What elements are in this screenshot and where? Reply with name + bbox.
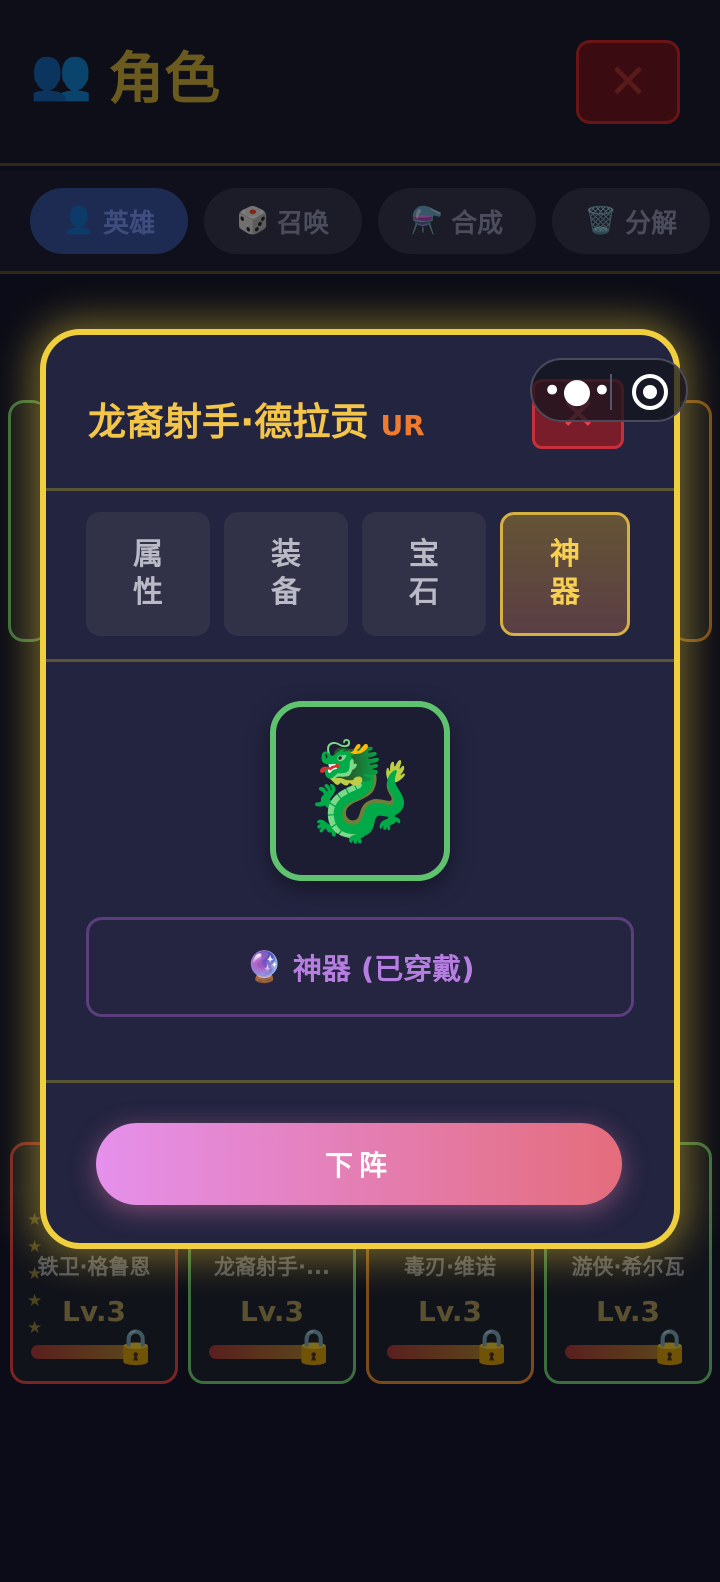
tab-summon-label: 召唤 [277, 208, 330, 239]
lock-icon: 🔒 [292, 1327, 335, 1367]
artifact-equipped-button[interactable]: 🔮 神器 (已穿戴) [86, 917, 634, 1017]
hero-name: 游侠·希尔瓦 [571, 1255, 685, 1279]
artifact-panel: 🐉 🔮 神器 (已穿戴) [46, 665, 674, 1083]
remove-from-lineup-button[interactable]: 下阵 [96, 1123, 622, 1205]
artifact-slot[interactable]: 🐉 [270, 701, 450, 881]
page-title-label: 角色 [108, 47, 221, 112]
users-icon: 👥 [30, 45, 93, 103]
hero-detail-modal: 龙裔射手·德拉贡 UR ✕ 属性 装备 宝石 神器 🐉 🔮 神器 (已穿戴) 下… [40, 329, 680, 1249]
page-header: 👥 角色 ✕ [0, 0, 720, 166]
modal-title: 龙裔射手·德拉贡 UR [88, 391, 425, 446]
capsule-divider [610, 374, 612, 410]
person-icon: 👤 [62, 206, 96, 236]
rarity-badge: UR [380, 409, 425, 442]
dragon-icon: 🐉 [300, 735, 420, 847]
tab-equipment[interactable]: 装备 [224, 512, 348, 636]
close-miniprogram-icon[interactable] [632, 374, 668, 410]
page-close-button[interactable]: ✕ [576, 40, 680, 124]
modal-footer: 下阵 [46, 1083, 674, 1243]
hero-level: Lv.3 [418, 1295, 482, 1328]
artifact-equipped-label: 神器 (已穿戴) [292, 952, 475, 986]
tab-heroes[interactable]: 👤 英雄 [30, 188, 188, 254]
dice-icon: 🎲 [236, 206, 270, 236]
tab-attributes[interactable]: 属性 [86, 512, 210, 636]
tab-decompose[interactable]: 🗑️ 分解 [552, 188, 710, 254]
tab-heroes-label: 英雄 [103, 208, 156, 239]
hero-name: 毒刃·维诺 [404, 1255, 496, 1279]
tab-artifact[interactable]: 神器 [500, 512, 630, 636]
tab-synthesize[interactable]: ⚗️ 合成 [378, 188, 536, 254]
page-title: 👥 角色 [30, 34, 220, 115]
modal-tab-bar: 属性 装备 宝石 神器 [46, 494, 674, 662]
tab-summon[interactable]: 🎲 召唤 [204, 188, 362, 254]
hero-name: 铁卫·格鲁恩 [37, 1255, 151, 1279]
tab-gems[interactable]: 宝石 [362, 512, 486, 636]
lock-icon: 🔒 [114, 1327, 157, 1367]
tab-decompose-label: 分解 [625, 208, 678, 239]
lock-icon: 🔒 [470, 1327, 513, 1367]
miniprogram-capsule: •●• [530, 358, 688, 422]
lock-icon: 🔒 [648, 1327, 691, 1367]
hero-level: Lv.3 [596, 1295, 660, 1328]
page-tab-bar: 👤 英雄 🎲 召唤 ⚗️ 合成 🗑️ 分解 [0, 170, 720, 274]
hero-level: Lv.3 [62, 1295, 126, 1328]
crystal-ball-icon: 🔮 [245, 949, 283, 985]
hero-level: Lv.3 [240, 1295, 304, 1328]
alembic-icon: ⚗️ [410, 206, 444, 236]
tab-synthesize-label: 合成 [451, 208, 504, 239]
more-options-icon[interactable]: •●• [542, 371, 612, 411]
hero-name: 龙裔射手·... [214, 1255, 330, 1279]
trash-icon: 🗑️ [584, 206, 618, 236]
hero-name: 龙裔射手·德拉贡 [88, 400, 369, 444]
